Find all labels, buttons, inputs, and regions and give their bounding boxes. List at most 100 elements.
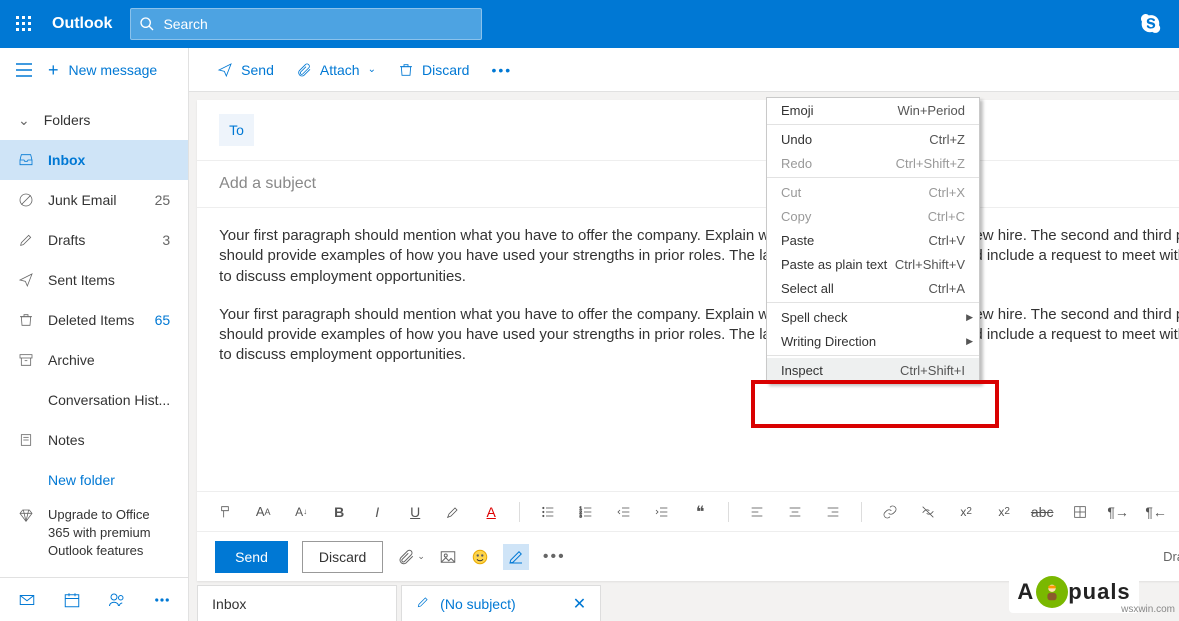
rtl-icon[interactable]: ¶←	[1146, 502, 1166, 522]
to-row: To Cc Bcc	[197, 100, 1179, 161]
message-body[interactable]: Your first paragraph should mention what…	[197, 208, 1179, 491]
numbered-icon[interactable]: 123	[576, 502, 596, 522]
italic-icon[interactable]: I	[367, 502, 387, 522]
diamond-icon	[18, 506, 34, 527]
pencil-icon	[416, 595, 430, 612]
context-menu-item[interactable]: Paste as plain textCtrl+Shift+V	[767, 252, 979, 276]
trash-icon	[18, 312, 34, 328]
align-right-icon[interactable]	[823, 502, 843, 522]
more-actions-icon[interactable]: •••	[543, 548, 566, 566]
font-size-shrink-icon[interactable]: A↓	[291, 502, 311, 522]
app-header: Outlook	[0, 0, 1179, 48]
context-menu-item: CopyCtrl+C	[767, 204, 979, 228]
emoji-action-icon[interactable]	[471, 548, 489, 566]
context-menu-item: RedoCtrl+Shift+Z	[767, 151, 979, 175]
archive-icon	[18, 352, 34, 368]
image-action-icon[interactable]	[439, 548, 457, 566]
sidebar-item-drafts[interactable]: Drafts3	[0, 220, 188, 260]
attach-action-icon[interactable]: ⌄	[397, 548, 425, 566]
strikethrough-icon[interactable]: abc	[1032, 502, 1052, 522]
chevron-down-icon: ⌄	[368, 64, 376, 75]
context-menu-item[interactable]: InspectCtrl+Shift+I	[767, 358, 979, 382]
context-menu-item[interactable]: EmojiWin+Period	[767, 98, 979, 122]
main-content: Send Attach⌄ Discard ••• To Cc Bcc Your …	[189, 48, 1179, 621]
draft-status: Draft saved at 00:24	[1163, 549, 1179, 564]
sidebar-item-archive[interactable]: Archive	[0, 340, 188, 380]
subject-input[interactable]	[219, 175, 1179, 193]
sidebar-item-inbox[interactable]: Inbox	[0, 140, 188, 180]
body-paragraph: Your first paragraph should mention what…	[219, 226, 1179, 287]
send-button[interactable]: Send	[215, 541, 288, 573]
highlight-icon[interactable]	[443, 502, 463, 522]
site-logo: Apuals	[1009, 571, 1139, 613]
indent-icon[interactable]	[652, 502, 672, 522]
format-toolbar: AA A↓ B I U A 123 ❝ x2	[197, 491, 1179, 531]
context-menu-item[interactable]: Spell check	[767, 305, 979, 329]
watermark: wsxwin.com	[1121, 604, 1175, 615]
pencil-icon	[18, 232, 34, 248]
sidebar-bottom-nav	[0, 577, 188, 621]
align-left-icon[interactable]	[747, 502, 767, 522]
skype-button[interactable]	[1135, 8, 1167, 40]
context-menu: EmojiWin+Period UndoCtrl+ZRedoCtrl+Shift+…	[766, 97, 980, 383]
to-button[interactable]: To	[219, 114, 254, 146]
close-icon[interactable]: ✕	[573, 594, 586, 614]
new-message-button[interactable]: +New message	[48, 60, 157, 81]
command-bar: Send Attach⌄ Discard •••	[189, 48, 1179, 92]
app-launcher-button[interactable]	[0, 0, 48, 48]
unlink-icon[interactable]	[918, 502, 938, 522]
people-nav-button[interactable]	[99, 582, 135, 618]
mail-nav-button[interactable]	[9, 582, 45, 618]
context-menu-item[interactable]: UndoCtrl+Z	[767, 127, 979, 151]
link-icon[interactable]	[880, 502, 900, 522]
context-menu-item[interactable]: Writing Direction	[767, 329, 979, 353]
body-paragraph: Your first paragraph should mention what…	[219, 305, 1179, 366]
upgrade-link[interactable]: Upgrade to Office 365 with premium Outlo…	[0, 500, 188, 566]
outdent-icon[interactable]	[614, 502, 634, 522]
chevron-down-icon: ⌄	[18, 112, 30, 129]
sidebar-item-conversation-history[interactable]: Conversation Hist...	[0, 380, 188, 420]
note-icon	[18, 432, 34, 448]
hamburger-button[interactable]	[0, 48, 48, 92]
calendar-nav-button[interactable]	[54, 582, 90, 618]
ltr-icon[interactable]: ¶→	[1108, 502, 1128, 522]
tab-draft[interactable]: (No subject)✕	[401, 585, 601, 621]
context-menu-item: CutCtrl+X	[767, 180, 979, 204]
sidebar: +New message ⌄ Folders Inbox Junk Email25…	[0, 48, 189, 621]
format-painter-icon[interactable]	[215, 502, 235, 522]
more-command[interactable]: •••	[483, 56, 520, 84]
send-command[interactable]: Send	[209, 56, 282, 84]
context-menu-item[interactable]: Select allCtrl+A	[767, 276, 979, 300]
signature-action-icon[interactable]	[503, 544, 529, 570]
new-folder-link[interactable]: New folder	[0, 460, 188, 500]
font-size-grow-icon[interactable]: AA	[253, 502, 273, 522]
discard-command[interactable]: Discard	[390, 56, 477, 84]
discard-button[interactable]: Discard	[302, 541, 383, 573]
bold-icon[interactable]: B	[329, 502, 349, 522]
bullets-icon[interactable]	[538, 502, 558, 522]
sidebar-item-junk[interactable]: Junk Email25	[0, 180, 188, 220]
sidebar-item-sent[interactable]: Sent Items	[0, 260, 188, 300]
attach-command[interactable]: Attach⌄	[288, 56, 384, 84]
more-nav-button[interactable]	[144, 582, 180, 618]
folders-toggle[interactable]: ⌄ Folders	[0, 100, 188, 140]
font-color-icon[interactable]: A	[481, 502, 501, 522]
align-center-icon[interactable]	[785, 502, 805, 522]
sidebar-item-deleted[interactable]: Deleted Items65	[0, 300, 188, 340]
subscript-icon[interactable]: x2	[994, 502, 1014, 522]
tab-inbox[interactable]: Inbox	[197, 585, 397, 621]
search-box[interactable]	[130, 8, 482, 40]
quote-icon[interactable]: ❝	[690, 502, 710, 522]
folders-label: Folders	[44, 112, 91, 128]
table-icon[interactable]	[1070, 502, 1090, 522]
app-title: Outlook	[48, 15, 130, 33]
plus-icon: +	[48, 60, 59, 81]
underline-icon[interactable]: U	[405, 502, 425, 522]
block-icon	[18, 192, 34, 208]
context-menu-item[interactable]: PasteCtrl+V	[767, 228, 979, 252]
search-input[interactable]	[163, 16, 481, 32]
compose-panel: To Cc Bcc Your first paragraph should me…	[197, 100, 1179, 581]
sidebar-item-notes[interactable]: Notes	[0, 420, 188, 460]
superscript-icon[interactable]: x2	[956, 502, 976, 522]
inbox-icon	[18, 152, 34, 168]
